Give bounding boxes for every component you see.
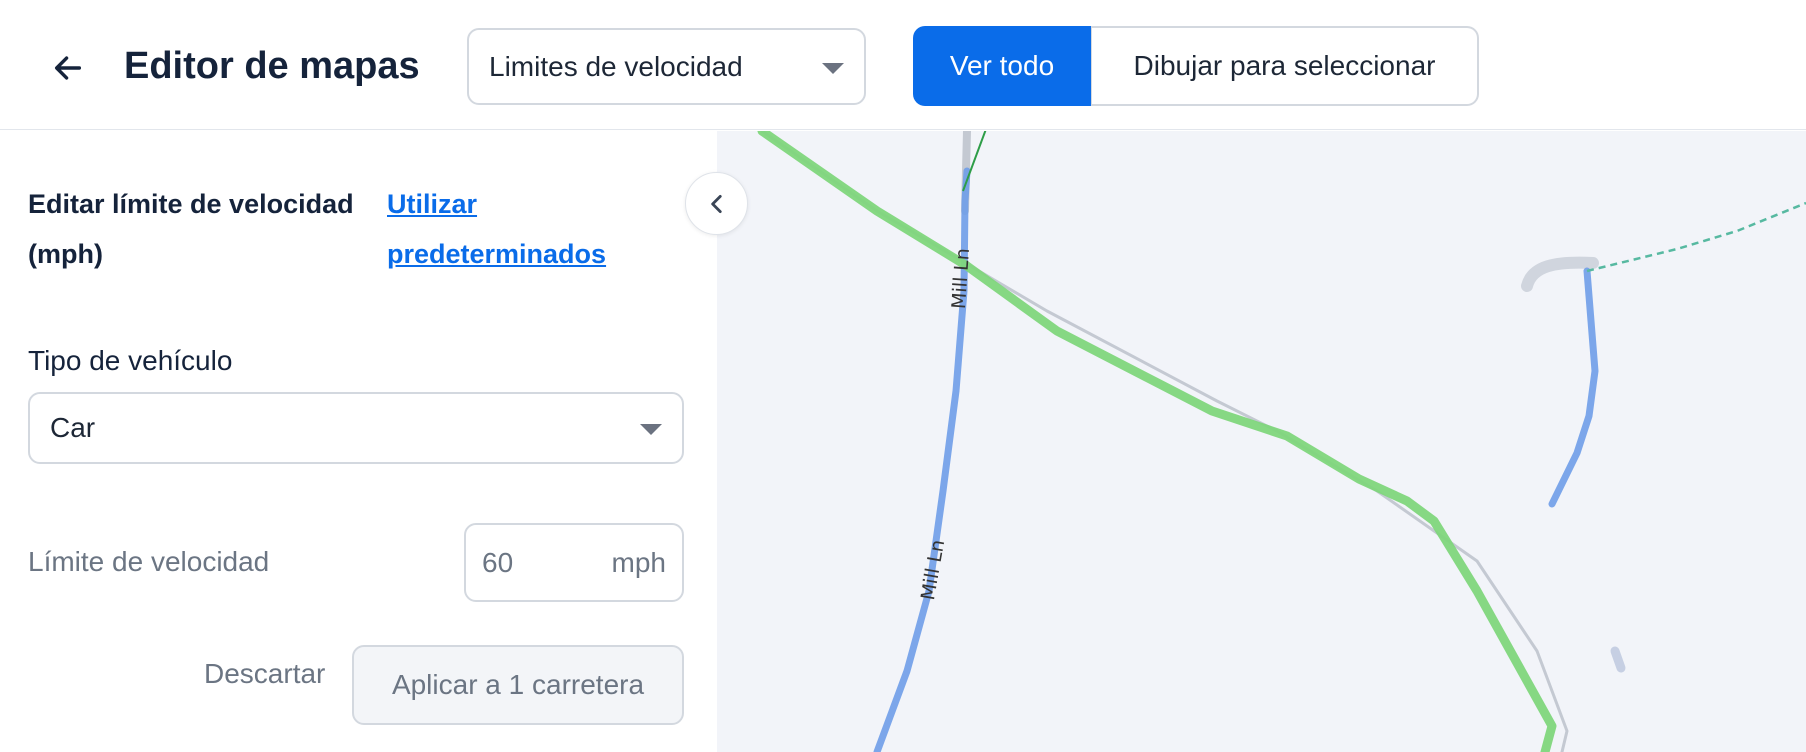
- road-segment: [760, 131, 1569, 752]
- apply-button[interactable]: Aplicar a 1 carretera: [352, 645, 684, 725]
- arrow-left-icon: [54, 56, 82, 80]
- chevron-down-icon: [822, 63, 844, 74]
- speed-limit-input[interactable]: 60 mph: [464, 523, 684, 602]
- road-label-mill-ln-lower: Mill Ln: [917, 538, 949, 602]
- speed-unit: mph: [611, 546, 666, 578]
- chevron-left-icon: [710, 194, 722, 213]
- view-mode-toggle: Ver todo Dibujar para seleccionar: [913, 26, 1479, 106]
- vehicle-type-value: Car: [50, 412, 96, 443]
- vehicle-type-select[interactable]: Car: [28, 392, 684, 464]
- chevron-down-icon: [640, 424, 662, 435]
- draw-select-button[interactable]: Dibujar para seleccionar: [1091, 26, 1479, 106]
- top-header: Editor de mapas Limites de velocidad Ver…: [0, 0, 1806, 130]
- collapse-panel-button[interactable]: [685, 172, 748, 235]
- layer-select[interactable]: Limites de velocidad: [467, 28, 866, 105]
- road-segment: [1521, 256, 1599, 292]
- road-labels: Mill Ln Mill Ln: [917, 247, 974, 601]
- road-segment: [1610, 646, 1626, 673]
- page-title: Editor de mapas: [124, 45, 420, 87]
- vehicle-type-label: Tipo de vehículo: [28, 345, 233, 376]
- map-canvas[interactable]: Mill Ln Mill Ln: [717, 131, 1806, 752]
- section-title: Editar límite de velocidad (mph): [28, 189, 354, 269]
- edit-panel: Editar límite de velocidad (mph) Utiliza…: [0, 131, 717, 752]
- view-all-button[interactable]: Ver todo: [913, 26, 1091, 106]
- speed-limit-value: 60: [482, 546, 514, 578]
- road-selected-green: [757, 131, 1557, 752]
- use-defaults-link[interactable]: Utilizar predeterminados: [387, 179, 647, 279]
- discard-button[interactable]: Descartar: [192, 644, 337, 704]
- dashed-path: [1586, 201, 1806, 273]
- map-roads: Mill Ln Mill Ln: [757, 131, 1806, 752]
- layer-select-value: Limites de velocidad: [489, 50, 743, 82]
- road-label-mill-ln-upper: Mill Ln: [948, 247, 974, 309]
- road-branch: [1548, 267, 1599, 508]
- speed-limit-label: Límite de velocidad: [28, 546, 270, 577]
- back-button[interactable]: [40, 40, 96, 96]
